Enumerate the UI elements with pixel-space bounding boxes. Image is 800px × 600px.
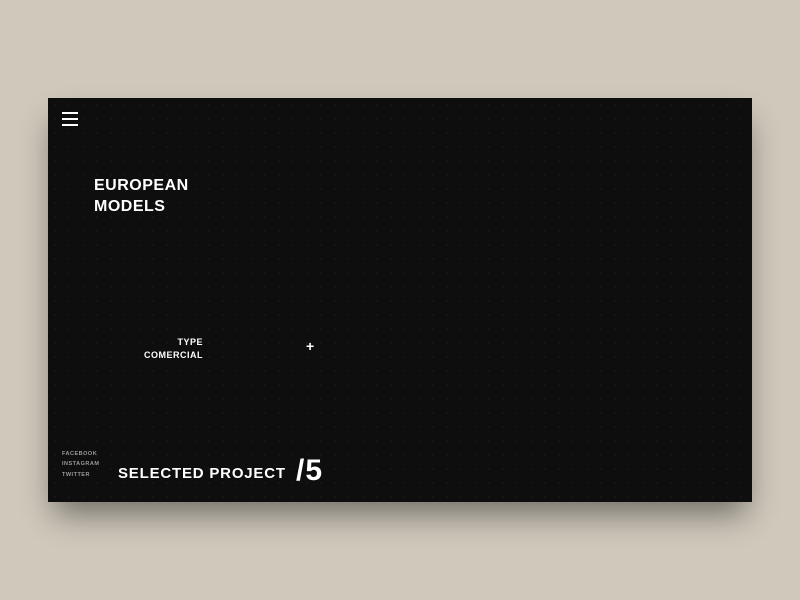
app-window: EUROPEAN MODELS TYPE COMERCIAL + FACEBOO… <box>48 98 752 502</box>
project-title: EUROPEAN MODELS <box>94 176 189 218</box>
social-link-instagram[interactable]: INSTAGRAM <box>62 459 99 469</box>
hamburger-icon[interactable] <box>62 112 78 126</box>
project-meta-value: COMERCIAL <box>144 349 203 362</box>
project-meta-label: TYPE <box>144 336 203 349</box>
dot-grid-background <box>48 98 752 502</box>
plus-icon: + <box>306 338 314 354</box>
social-link-facebook[interactable]: FACEBOOK <box>62 449 99 459</box>
social-link-twitter[interactable]: TWITTER <box>62 470 99 480</box>
project-title-line2: MODELS <box>94 197 189 218</box>
social-links: FACEBOOK INSTAGRAM TWITTER <box>62 449 99 480</box>
expand-button[interactable]: + <box>306 338 314 354</box>
project-title-line1: EUROPEAN <box>94 176 189 197</box>
project-meta: TYPE COMERCIAL <box>144 336 203 361</box>
project-counter: /5 <box>296 454 323 488</box>
selected-project-label: SELECTED PROJECT <box>118 465 286 482</box>
